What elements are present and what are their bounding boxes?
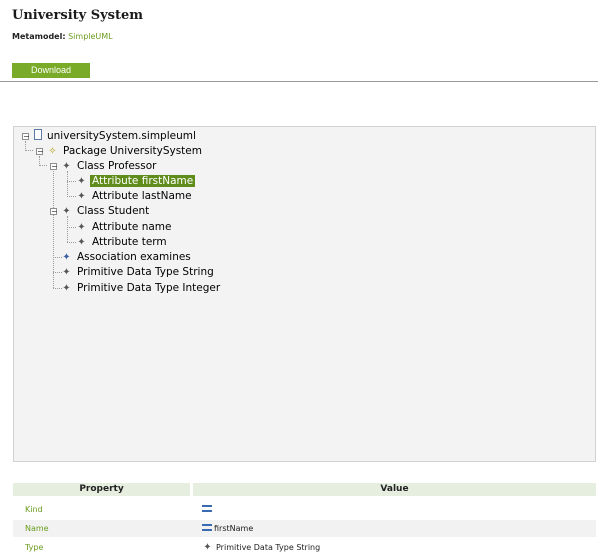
value-column-header: Value bbox=[193, 483, 596, 496]
property-row-kind: Kind bbox=[13, 501, 596, 518]
tree-node-primitive-string[interactable]: ✦ Primitive Data Type String bbox=[61, 265, 216, 279]
datatype-icon: ✦ bbox=[62, 283, 71, 294]
property-row-name: Name firstName bbox=[13, 520, 596, 537]
tree-connector bbox=[53, 171, 54, 288]
property-value: firstName bbox=[202, 520, 253, 537]
header-divider bbox=[0, 81, 598, 82]
tree-connector bbox=[67, 216, 68, 242]
tree-node-attr-firstname[interactable]: ✦ Attribute firstName bbox=[76, 174, 196, 188]
package-icon: ✧ bbox=[48, 146, 57, 157]
tree-node-label: Primitive Data Type Integer bbox=[77, 282, 221, 294]
property-key: Kind bbox=[25, 505, 43, 514]
attribute-icon: ✦ bbox=[77, 237, 86, 248]
tree-node-label: universitySystem.simpleuml bbox=[47, 130, 196, 142]
property-key: Name bbox=[25, 524, 49, 533]
file-icon bbox=[34, 129, 42, 140]
datatype-icon: ✦ bbox=[203, 542, 212, 553]
property-value-text: firstName bbox=[214, 524, 254, 533]
tree-node-label: Package UniversitySystem bbox=[63, 145, 202, 157]
tree-connector bbox=[67, 227, 76, 228]
tree-connector bbox=[67, 171, 68, 197]
tree-node-root[interactable]: universitySystem.simpleuml bbox=[34, 129, 198, 143]
tree-node-label: Attribute term bbox=[92, 236, 167, 248]
tree-node-attr-lastname[interactable]: ✦ Attribute lastName bbox=[76, 189, 194, 203]
collapse-toggle[interactable]: − bbox=[50, 163, 58, 171]
metamodel-value[interactable]: SimpleUML bbox=[68, 32, 113, 41]
tree-node-label: Attribute name bbox=[92, 221, 172, 233]
property-column-header: Property bbox=[13, 483, 190, 496]
metamodel-line: Metamodel: SimpleUML bbox=[12, 32, 113, 41]
tree-node-label: Attribute lastName bbox=[92, 190, 192, 202]
property-key: Type bbox=[25, 543, 44, 552]
property-value[interactable]: ✦ Primitive Data Type String bbox=[202, 539, 320, 556]
attribute-icon: ✦ bbox=[77, 176, 86, 187]
tree-node-label: Class Professor bbox=[77, 160, 157, 172]
collapse-toggle[interactable]: − bbox=[22, 133, 30, 141]
property-value-text: Primitive Data Type String bbox=[216, 543, 321, 552]
tree-node-attr-name[interactable]: ✦ Attribute name bbox=[76, 220, 173, 234]
tree-node-label: Class Student bbox=[77, 205, 150, 217]
model-tree-panel: − universitySystem.simpleuml − ✧ Package … bbox=[13, 126, 596, 462]
tree-connector bbox=[67, 181, 76, 182]
tree-node-package[interactable]: ✧ Package UniversitySystem bbox=[47, 144, 204, 158]
tree-node-class-student[interactable]: ✦ Class Student bbox=[61, 204, 151, 218]
tree-node-label: Association examines bbox=[77, 251, 191, 263]
tree-connector bbox=[25, 150, 33, 151]
tree-node-class-professor[interactable]: ✦ Class Professor bbox=[61, 159, 158, 173]
metamodel-label: Metamodel: bbox=[12, 32, 66, 41]
tree-node-label: Attribute firstName bbox=[90, 175, 196, 187]
page-title: University System bbox=[12, 8, 144, 23]
collapse-toggle[interactable]: − bbox=[36, 148, 44, 156]
property-value bbox=[202, 501, 214, 518]
tree-node-primitive-integer[interactable]: ✦ Primitive Data Type Integer bbox=[61, 281, 222, 295]
tree-node-label: Primitive Data Type String bbox=[77, 266, 214, 278]
attribute-icon: ✦ bbox=[77, 191, 86, 202]
class-icon: ✦ bbox=[62, 161, 71, 172]
tree-node-association[interactable]: ✦ Association examines bbox=[61, 250, 193, 264]
tree-node-attr-term[interactable]: ✦ Attribute term bbox=[76, 235, 169, 249]
download-button[interactable]: Download bbox=[12, 63, 90, 78]
association-icon: ✦ bbox=[62, 252, 71, 263]
list-icon bbox=[202, 505, 212, 512]
class-icon: ✦ bbox=[62, 206, 71, 217]
tree-connector bbox=[67, 196, 76, 197]
list-icon bbox=[202, 524, 212, 531]
property-row-type: Type ✦ Primitive Data Type String bbox=[13, 539, 596, 556]
collapse-toggle[interactable]: − bbox=[50, 208, 58, 216]
datatype-icon: ✦ bbox=[62, 267, 71, 278]
attribute-icon: ✦ bbox=[77, 222, 86, 233]
tree-connector bbox=[67, 242, 76, 243]
tree-connector bbox=[39, 165, 47, 166]
